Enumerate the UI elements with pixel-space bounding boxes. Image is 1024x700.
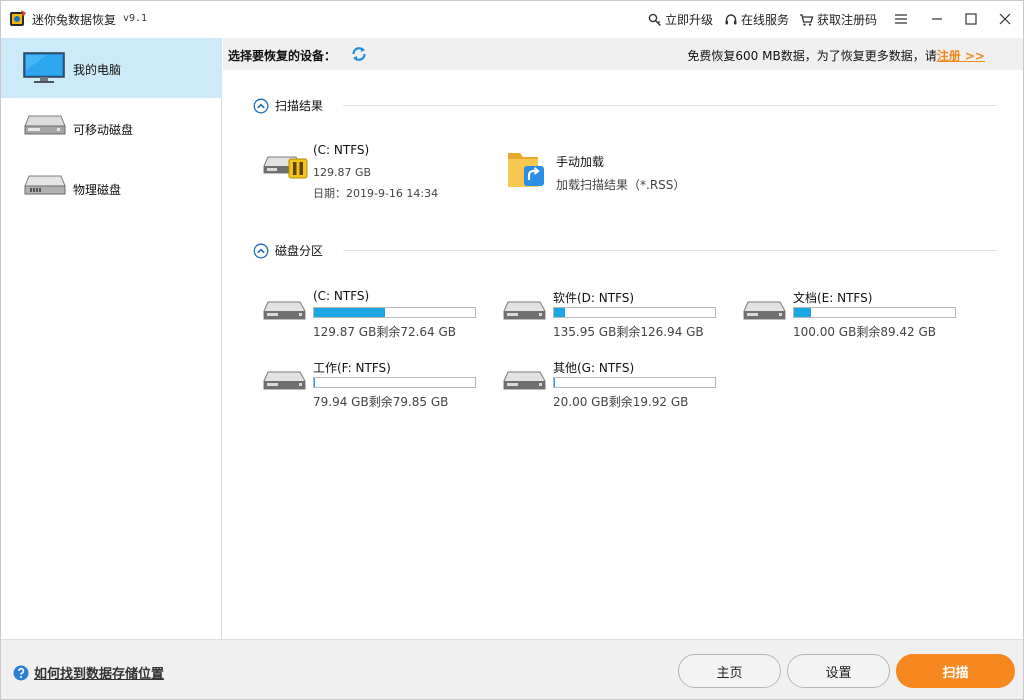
manual-load-desc: 加载扫描结果（*.RSS） (556, 178, 686, 192)
partition-usage-text: 129.87 GB剩余72.64 GB (313, 325, 457, 339)
partition-item[interactable]: (C: NTFS) 129.87 GB剩余72.64 GB (263, 289, 483, 339)
partitions-header[interactable]: 磁盘分区 (253, 242, 323, 259)
collapse-up-icon[interactable] (253, 243, 269, 259)
scan-result-item[interactable]: (C: NTFS) 129.87 GB 日期：2019-9-16 14:34 (263, 143, 483, 203)
sidebar-item-my-computer[interactable]: 我的电脑 (1, 38, 222, 98)
app-title: 迷你兔数据恢复 (32, 13, 117, 27)
upgrade-link[interactable]: 立即升级 (648, 11, 713, 28)
section-divider (343, 105, 997, 106)
partition-usage-text: 100.00 GB剩余89.42 GB (793, 325, 937, 339)
monitor-icon (23, 52, 65, 83)
partition-item[interactable]: 工作(F: NTFS) 79.94 GB剩余79.85 GB (263, 359, 483, 409)
refresh-icon[interactable] (350, 45, 368, 63)
title-bar: 迷你兔数据恢复 v9.1 立即升级 在线服务 获取注册码 (1, 1, 1023, 38)
hard-disk-icon (743, 301, 786, 320)
partition-item[interactable]: 软件(D: NTFS) 135.95 GB剩余126.94 GB (503, 289, 723, 339)
hard-disk-icon (263, 301, 306, 320)
partition-usage-text: 20.00 GB剩余19.92 GB (553, 395, 689, 409)
scan-result-date: 日期：2019-9-16 14:34 (313, 187, 439, 200)
removable-disk-icon (24, 115, 66, 135)
help-link-text: 如何找到数据存储位置 (34, 667, 165, 682)
app-window: 迷你兔数据恢复 v9.1 立即升级 在线服务 获取注册码 我的电脑 可移动磁盘 … (0, 0, 1024, 700)
partition-name: 其他(G: NTFS) (553, 361, 635, 375)
partition-item[interactable]: 其他(G: NTFS) 20.00 GB剩余19.92 GB (503, 359, 723, 409)
maximize-button[interactable] (959, 8, 983, 30)
close-button[interactable] (993, 8, 1017, 30)
headset-icon (725, 13, 737, 24)
partition-usage-text: 79.94 GB剩余79.85 GB (313, 395, 449, 409)
sidebar-item-label: 可移动磁盘 (73, 123, 134, 137)
sidebar-item-label: 我的电脑 (73, 63, 122, 77)
settings-button[interactable]: 设置 (787, 654, 890, 688)
sidebar: 我的电脑 可移动磁盘 物理磁盘 (1, 38, 222, 639)
partition-name: (C: NTFS) (313, 289, 370, 303)
scan-results-header[interactable]: 扫描结果 (253, 97, 323, 114)
partition-usage-bar (313, 377, 476, 388)
get-code-link[interactable]: 获取注册码 (799, 11, 877, 28)
help-icon (13, 665, 29, 680)
scan-button[interactable]: 扫描 (896, 654, 1015, 688)
hard-disk-icon (503, 371, 546, 390)
hard-disk-icon (503, 301, 546, 320)
select-device-label: 选择要恢复的设备： (228, 49, 337, 63)
online-service-label: 在线服务 (741, 13, 790, 27)
partition-usage-bar (313, 307, 476, 318)
partition-usage-bar (553, 377, 716, 388)
maximize-icon (965, 13, 977, 25)
upgrade-label: 立即升级 (665, 13, 714, 27)
scan-results-title: 扫描结果 (275, 99, 324, 113)
search-key-icon (648, 13, 661, 26)
free-quota-text: 免费恢复600 MB数据，为了恢复更多数据，请 (687, 49, 937, 63)
cart-icon (800, 13, 814, 26)
help-link[interactable]: 如何找到数据存储位置 (13, 663, 164, 682)
sidebar-item-removable-disk[interactable]: 可移动磁盘 (1, 98, 222, 158)
device-header: 选择要恢复的设备： 免费恢复600 MB数据，为了恢复更多数据，请注册 >> (223, 38, 1023, 70)
partition-usage-fill (554, 378, 555, 387)
scan-result-name: (C: NTFS) (313, 143, 370, 157)
home-button[interactable]: 主页 (678, 654, 781, 688)
free-quota-note: 免费恢复600 MB数据，为了恢复更多数据，请注册 >> (687, 47, 985, 64)
partition-name: 工作(F: NTFS) (313, 361, 391, 375)
folder-load-icon (508, 153, 544, 187)
partition-name: 软件(D: NTFS) (553, 291, 635, 305)
scan-result-size: 129.87 GB (313, 166, 372, 179)
section-divider (343, 250, 997, 251)
partition-usage-bar (553, 307, 716, 318)
footer-bar: 如何找到数据存储位置 主页 设置 扫描 (1, 639, 1023, 699)
register-link[interactable]: 注册 >> (937, 49, 985, 63)
minimize-button[interactable] (925, 8, 949, 30)
partition-usage-text: 135.95 GB剩余126.94 GB (553, 325, 704, 339)
sidebar-item-physical-disk[interactable]: 物理磁盘 (1, 158, 222, 218)
partition-item[interactable]: 文档(E: NTFS) 100.00 GB剩余89.42 GB (743, 289, 963, 339)
disk-paused-icon (263, 156, 308, 179)
app-version: v9.1 (123, 13, 148, 24)
physical-disk-icon (24, 175, 66, 195)
sidebar-item-label: 物理磁盘 (73, 183, 122, 197)
manual-load-name: 手动加载 (556, 155, 605, 169)
get-code-label: 获取注册码 (817, 13, 878, 27)
partition-usage-fill (794, 308, 812, 317)
partitions-title: 磁盘分区 (275, 244, 324, 258)
main-panel: 扫描结果 (C: NTFS) 129.87 GB 日期：2019-9-16 14… (223, 70, 1023, 639)
partition-usage-fill (554, 308, 565, 317)
minimize-icon (932, 18, 942, 20)
app-logo-icon (10, 10, 26, 26)
close-icon (999, 13, 1011, 25)
hard-disk-icon (263, 371, 306, 390)
online-service-link[interactable]: 在线服务 (724, 11, 789, 28)
hamburger-icon (895, 14, 907, 24)
collapse-up-icon[interactable] (253, 98, 269, 114)
menu-button[interactable] (889, 8, 913, 30)
partition-name: 文档(E: NTFS) (793, 291, 873, 305)
partition-usage-bar (793, 307, 956, 318)
manual-load-item[interactable]: 手动加载 加载扫描结果（*.RSS） (506, 147, 726, 197)
partition-usage-fill (314, 308, 385, 317)
